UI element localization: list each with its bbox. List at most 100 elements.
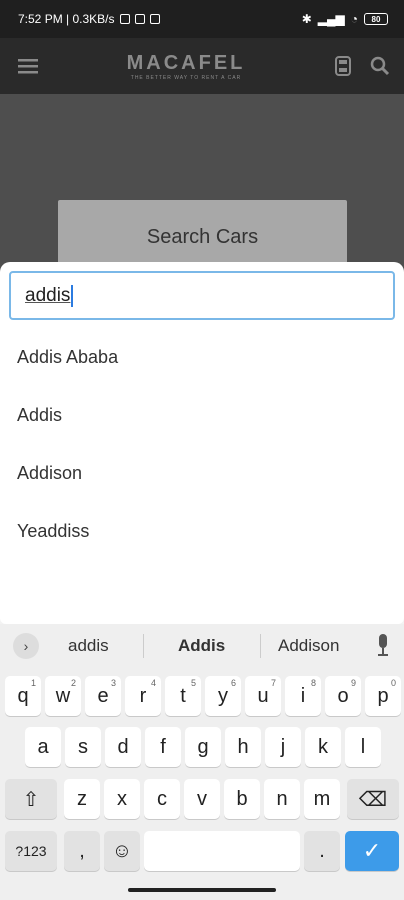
microphone-icon[interactable] [375,634,391,658]
suggestion-list: Addis Ababa Addis Addison Yeaddiss [0,328,404,560]
search-input-value[interactable]: addis [25,285,70,307]
battery-icon: 80 [364,13,388,25]
key-r-hint: 4 [150,678,156,688]
location-search-input[interactable]: addis [9,271,395,320]
navigation-handle[interactable] [128,888,276,892]
key-t-label: t [180,684,186,707]
key-o-hint: 9 [350,678,356,688]
key-k-label: k [318,735,328,758]
bluetooth-icon: ✱ [301,12,312,26]
key-q[interactable]: q1 [5,676,41,716]
key-p[interactable]: p0 [365,676,401,716]
key-e-label: e [97,684,109,707]
logo-tagline: THE BETTER WAY TO RENT A CAR [130,74,242,81]
status-time: 7:52 PM | 0.3KB/s [18,12,115,26]
text-cursor [71,284,74,307]
key-r[interactable]: r4 [125,676,161,716]
key-v[interactable]: v [184,779,220,819]
key-f[interactable]: f [145,727,181,767]
comma-key[interactable]: , [64,831,100,871]
symbols-key[interactable]: ?123 [5,831,57,871]
backspace-key[interactable]: ⌫ [347,779,399,819]
search-icon[interactable] [370,56,390,76]
key-p-label: p [377,684,389,707]
key-c-label: c [157,787,167,810]
key-i[interactable]: i8 [285,676,321,716]
enter-key[interactable]: ✓ [345,831,399,871]
symbols-key-label: ?123 [15,843,47,859]
key-i-hint: 8 [310,678,316,688]
emoji-key[interactable]: ☺ [104,831,140,871]
key-r-label: r [139,684,147,707]
location-search-sheet: addis Addis Ababa Addis Addison Yeaddiss [0,262,404,624]
emoji-key-label: ☺ [111,839,133,862]
key-w-label: w [55,684,71,707]
comma-key-label: , [79,839,85,862]
key-x[interactable]: x [104,779,140,819]
backspace-key-label: ⌫ [358,788,388,811]
key-k[interactable]: k [305,727,341,767]
key-x-label: x [117,787,127,810]
word-suggestion-primary[interactable]: Addis [178,636,225,656]
key-t-hint: 5 [190,678,196,688]
suggestion-item[interactable]: Addison [0,444,404,502]
key-w[interactable]: w2 [45,676,81,716]
status-bar: 7:52 PM | 0.3KB/s ✱ ▂▄▆ ◔ 80 [0,0,404,38]
key-s-label: s [78,735,88,758]
key-g-label: g [197,735,209,758]
period-key[interactable]: . [304,831,340,871]
key-z[interactable]: z [64,779,100,819]
chevron-right-icon[interactable]: › [13,633,39,659]
car-icon[interactable] [334,55,352,77]
key-y-hint: 6 [230,678,236,688]
key-l[interactable]: l [345,727,381,767]
key-d[interactable]: d [105,727,141,767]
suggestion-item[interactable]: Addis [0,386,404,444]
key-j[interactable]: j [265,727,301,767]
menu-icon[interactable] [18,58,38,74]
word-suggestion[interactable]: addis [68,636,109,656]
key-h[interactable]: h [225,727,261,767]
key-a[interactable]: a [25,727,61,767]
space-key[interactable] [144,831,300,871]
logo-word: MACAFEL [126,51,246,74]
app-notification-icon-2 [149,14,160,24]
key-n-label: n [276,787,288,810]
key-m-label: m [313,787,331,810]
key-u[interactable]: u7 [245,676,281,716]
key-n[interactable]: n [264,779,300,819]
suggestion-divider [143,634,144,658]
key-q-hint: 1 [30,678,36,688]
suggestion-item[interactable]: Addis Ababa [0,328,404,386]
suggestion-item[interactable]: Yeaddiss [0,502,404,560]
key-o[interactable]: o9 [325,676,361,716]
key-z-label: z [77,787,87,810]
key-e[interactable]: e3 [85,676,121,716]
key-y[interactable]: y6 [205,676,241,716]
key-f-label: f [160,735,166,758]
key-b[interactable]: b [224,779,260,819]
app-logo: MACAFEL THE BETTER WAY TO RENT A CAR [127,52,246,81]
key-m[interactable]: m [304,779,340,819]
key-o-label: o [337,684,349,707]
key-y-label: y [218,684,228,707]
enter-key-label: ✓ [362,838,382,863]
key-c[interactable]: c [144,779,180,819]
search-cars-button: Search Cars [58,200,347,270]
word-suggestion[interactable]: Addison [278,636,339,656]
key-t[interactable]: t5 [165,676,201,716]
key-e-hint: 3 [110,678,116,688]
key-b-label: b [236,787,248,810]
key-u-hint: 7 [270,678,276,688]
key-w-hint: 2 [70,678,76,688]
app-bar: MACAFEL THE BETTER WAY TO RENT A CAR [0,38,404,94]
key-d-label: d [117,735,129,758]
key-p-hint: 0 [390,678,396,688]
key-a-label: a [37,735,49,758]
signal-icon: ▂▄▆ [317,12,345,26]
key-s[interactable]: s [65,727,101,767]
shift-key[interactable]: ⇧ [5,779,57,819]
suggestion-divider [260,634,261,658]
app-notification-icon [134,14,145,24]
key-g[interactable]: g [185,727,221,767]
